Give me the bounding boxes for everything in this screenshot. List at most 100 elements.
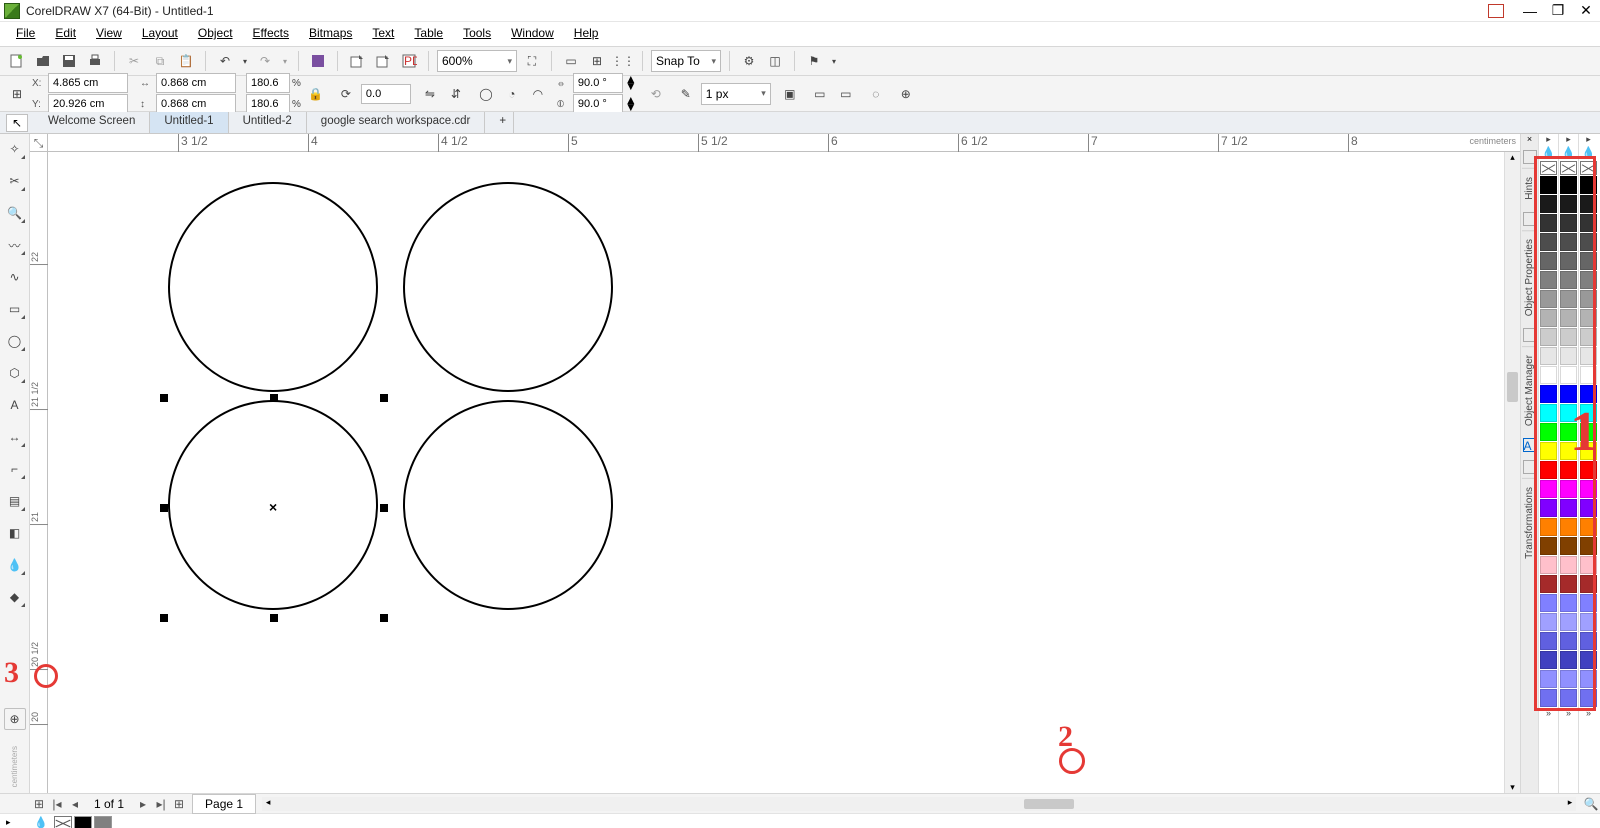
palette-swatch[interactable]: [1540, 594, 1557, 612]
docker-object-manager[interactable]: Object Manager: [1522, 346, 1537, 434]
palette-swatch[interactable]: [1580, 632, 1597, 650]
redo-dropdown[interactable]: ▾: [280, 50, 290, 72]
dimension-tool[interactable]: ↔: [4, 426, 26, 448]
palette-swatch[interactable]: [1560, 575, 1577, 593]
save-button[interactable]: [58, 50, 80, 72]
copy-button[interactable]: ⧉: [149, 50, 171, 72]
palette-swatch[interactable]: [1560, 556, 1577, 574]
end-angle-input[interactable]: [573, 94, 623, 114]
drop-shadow-tool[interactable]: ▤: [4, 490, 26, 512]
vertical-scrollbar[interactable]: ▴ ▾: [1504, 152, 1520, 793]
menu-text[interactable]: Text: [362, 22, 404, 46]
palette-swatch[interactable]: [1540, 480, 1557, 498]
palette-swatch[interactable]: [1580, 366, 1597, 384]
palette-swatch[interactable]: [1580, 651, 1597, 669]
import-button[interactable]: [346, 50, 368, 72]
palette-swatch[interactable]: [1560, 176, 1577, 194]
palette-swatch[interactable]: [1540, 423, 1557, 441]
palette-no-color[interactable]: [1580, 161, 1597, 175]
shape-tool[interactable]: ✧: [4, 138, 26, 160]
palette-swatch[interactable]: [1560, 347, 1577, 365]
connector-tool[interactable]: ⌐: [4, 458, 26, 480]
ellipse-tool[interactable]: ◯: [4, 330, 26, 352]
show-rulers-button[interactable]: ▭: [560, 50, 582, 72]
palette-swatch[interactable]: [1540, 328, 1557, 346]
swap-direction-button[interactable]: ⟲: [645, 83, 667, 105]
new-button[interactable]: [6, 50, 28, 72]
palette-swatch[interactable]: [1580, 499, 1597, 517]
convert-curves-button[interactable]: ◌: [865, 83, 887, 105]
palette-swatch[interactable]: [1560, 480, 1577, 498]
palette-swatch[interactable]: [1540, 290, 1557, 308]
docker-transformations[interactable]: Transformations: [1522, 478, 1537, 567]
palette-swatch[interactable]: [1580, 290, 1597, 308]
palette-swatch[interactable]: [1540, 195, 1557, 213]
ellipse-mode-button[interactable]: ◯: [475, 83, 497, 105]
palette-swatch[interactable]: [1540, 670, 1557, 688]
palette-swatch[interactable]: [1540, 518, 1557, 536]
palette-swatch[interactable]: [1580, 537, 1597, 555]
palette-swatch[interactable]: [1560, 537, 1577, 555]
selection-handle[interactable]: [380, 394, 388, 402]
palette-swatch[interactable]: [1540, 689, 1557, 707]
menu-edit[interactable]: Edit: [45, 22, 86, 46]
doc-tab-untitled-2[interactable]: Untitled-2: [229, 112, 307, 133]
palette-swatch[interactable]: [1560, 233, 1577, 251]
palette-swatch[interactable]: [1560, 613, 1577, 631]
docpal-menu-button[interactable]: ▸: [6, 817, 11, 828]
y-position-input[interactable]: [48, 94, 128, 114]
palette-swatch[interactable]: [1540, 271, 1557, 289]
palette-more-icon[interactable]: »: [1539, 708, 1558, 720]
docker-icon[interactable]: A: [1523, 438, 1537, 452]
doc-tab-welcome[interactable]: Welcome Screen: [34, 112, 150, 133]
palette-arrow[interactable]: ▸: [1559, 134, 1578, 146]
last-page-button[interactable]: ▸|: [152, 797, 170, 811]
minimize-button[interactable]: —: [1520, 3, 1540, 19]
palette-eyedropper-icon[interactable]: 💧: [1579, 146, 1598, 160]
palette-swatch[interactable]: [1540, 214, 1557, 232]
scale-x-input[interactable]: [246, 73, 290, 93]
snap-to-combo[interactable]: Snap To: [651, 50, 721, 72]
publish-pdf-button[interactable]: PDF: [398, 50, 420, 72]
palette-swatch[interactable]: [1560, 195, 1577, 213]
lock-ratio-button[interactable]: 🔒: [305, 83, 327, 105]
palette-swatch[interactable]: [1540, 556, 1557, 574]
palette-swatch[interactable]: [1540, 252, 1557, 270]
docpal-no-color[interactable]: [54, 816, 72, 828]
arc-mode-button[interactable]: ◠: [527, 83, 549, 105]
menu-effects[interactable]: Effects: [243, 22, 299, 46]
paste-button[interactable]: 📋: [175, 50, 197, 72]
next-page-button[interactable]: ▸: [134, 797, 152, 811]
app-launcher-button[interactable]: ◫: [764, 50, 786, 72]
menu-file[interactable]: File: [6, 22, 45, 46]
drawing-area[interactable]: ×: [48, 152, 1504, 793]
fullscreen-preview-button[interactable]: ⛶: [521, 50, 543, 72]
selection-handle[interactable]: [270, 394, 278, 402]
palette-swatch[interactable]: [1580, 594, 1597, 612]
palette-eyedropper-icon[interactable]: 💧: [1539, 146, 1558, 160]
options-button[interactable]: ⚙: [738, 50, 760, 72]
palette-swatch[interactable]: [1540, 176, 1557, 194]
print-button[interactable]: [84, 50, 106, 72]
palette-arrow[interactable]: ▸: [1579, 134, 1598, 146]
selection-handle[interactable]: [160, 614, 168, 622]
palette-swatch[interactable]: [1560, 366, 1577, 384]
palette-swatch[interactable]: [1580, 328, 1597, 346]
palette-no-color[interactable]: [1540, 161, 1557, 175]
palette-swatch[interactable]: [1540, 233, 1557, 251]
interactive-fill-tool[interactable]: ◆: [4, 586, 26, 608]
new-doc-tab-button[interactable]: +: [485, 112, 514, 133]
palette-swatch[interactable]: [1540, 613, 1557, 631]
docpal-swatch[interactable]: [94, 816, 112, 828]
show-grid-button[interactable]: ⊞: [586, 50, 608, 72]
palette-swatch[interactable]: [1580, 252, 1597, 270]
first-page-button[interactable]: |◂: [48, 797, 66, 811]
docker-icon[interactable]: [1523, 328, 1537, 342]
vertical-ruler[interactable]: 2221 1/22120 1/220: [30, 152, 48, 793]
ellipse-object[interactable]: [403, 182, 613, 392]
add-page-button[interactable]: ⊞: [30, 797, 48, 811]
docker-object-properties[interactable]: Object Properties: [1522, 230, 1537, 324]
palette-swatch[interactable]: [1540, 442, 1557, 460]
palette-swatch[interactable]: [1580, 575, 1597, 593]
palette-swatch[interactable]: [1560, 214, 1577, 232]
